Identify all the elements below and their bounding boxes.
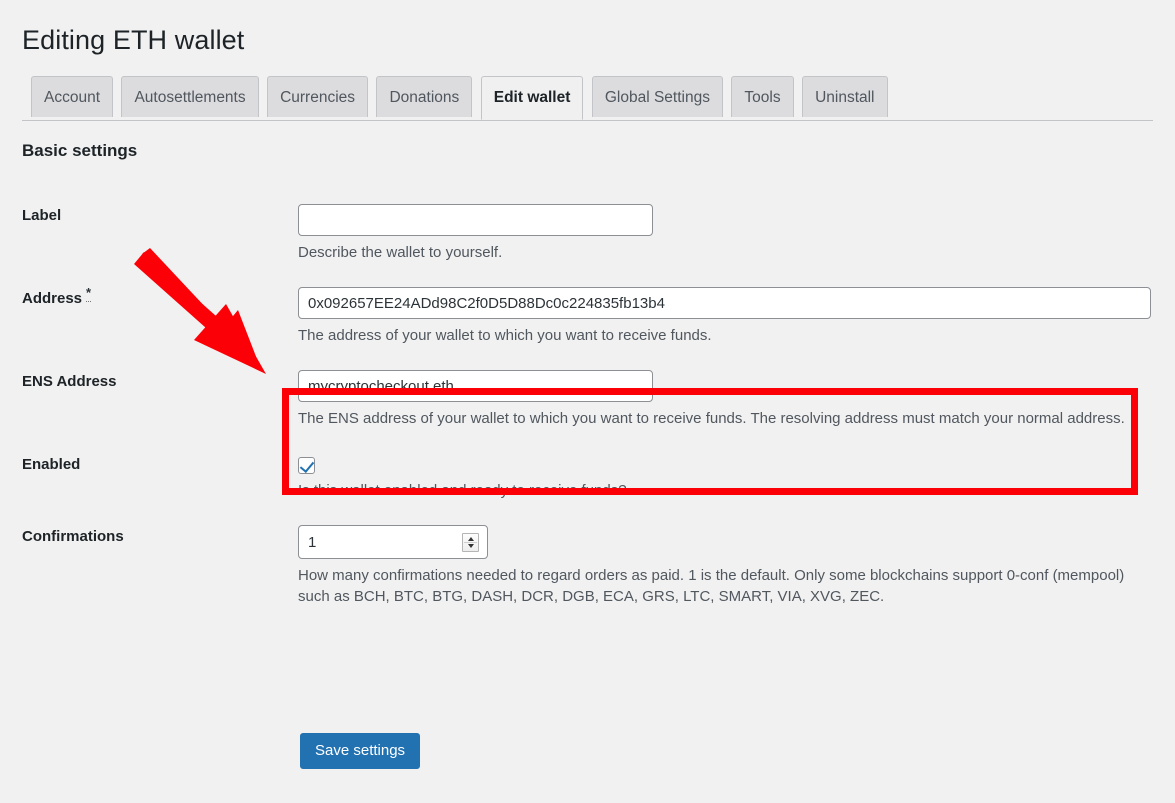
enabled-checkbox[interactable] [298,457,315,474]
form-row-confirmations: Confirmations How many confirmations nee… [0,513,1175,619]
tab-autosettlements[interactable]: Autosettlements [121,76,259,117]
form-row-ens-address: ENS Address The ENS address of your wall… [0,358,1175,441]
confirmations-field-cell: How many confirmations needed to regard … [298,513,1175,619]
label-field-cell: Describe the wallet to yourself. [298,192,1175,275]
save-settings-button[interactable]: Save settings [300,733,421,769]
address-field-cell: The address of your wallet to which you … [298,275,1175,358]
address-input[interactable] [298,287,1151,319]
tab-edit-wallet[interactable]: Edit wallet [480,76,584,120]
tab-tools[interactable]: Tools [731,76,794,117]
basic-settings-form: Label Describe the wallet to yourself. A… [0,192,1175,619]
tab-donations[interactable]: Donations [376,76,473,117]
tab-currencies[interactable]: Currencies [267,76,369,117]
confirmations-stepper[interactable] [298,525,488,559]
address-field-title-text: Address [22,290,83,307]
submit-row: Save settings [300,733,421,769]
enabled-field-description: Is this wallet enabled and ready to rece… [298,482,627,499]
label-field-description: Describe the wallet to yourself. [298,244,503,261]
label-field-title-text: Label [22,207,62,224]
label-input[interactable] [298,204,653,236]
ens-address-field-title-text: ENS Address [22,373,117,390]
ens-address-field-description: The ENS address of your wallet to which … [298,410,1125,427]
confirmations-input[interactable] [298,525,488,559]
confirmations-field-description: How many confirmations needed to regard … [298,567,1125,605]
required-marker-icon[interactable]: * [86,286,92,302]
ens-address-field-cell: The ENS address of your wallet to which … [298,358,1175,441]
confirmations-field-title-text: Confirmations [22,528,124,545]
form-row-label: Label Describe the wallet to yourself. [0,192,1175,275]
chevron-down-icon[interactable] [467,544,474,548]
enabled-field-cell: Is this wallet enabled and ready to rece… [298,441,1175,513]
form-row-address: Address* The address of your wallet to w… [0,275,1175,358]
form-row-enabled: Enabled Is this wallet enabled and ready… [0,441,1175,513]
confirmations-field-title: Confirmations [0,513,298,619]
address-field-title: Address * [0,275,298,358]
tab-bar: Account Autosettlements Currencies Donat… [22,76,1153,121]
section-heading-basic-settings: Basic settings [22,141,138,160]
enabled-field-title-text: Enabled [22,456,81,473]
chevron-up-icon[interactable] [467,537,474,541]
enabled-field-title: Enabled [0,441,298,513]
ens-address-field-title: ENS Address [0,358,298,441]
ens-address-input[interactable] [298,370,653,402]
tab-uninstall[interactable]: Uninstall [802,76,888,117]
tab-account[interactable]: Account [31,76,114,117]
address-field-description: The address of your wallet to which you … [298,327,712,344]
page-title: Editing ETH wallet [22,25,245,55]
spinner-buttons[interactable] [462,533,479,552]
label-field-title: Label [0,192,298,275]
tab-global-settings[interactable]: Global Settings [591,76,723,117]
